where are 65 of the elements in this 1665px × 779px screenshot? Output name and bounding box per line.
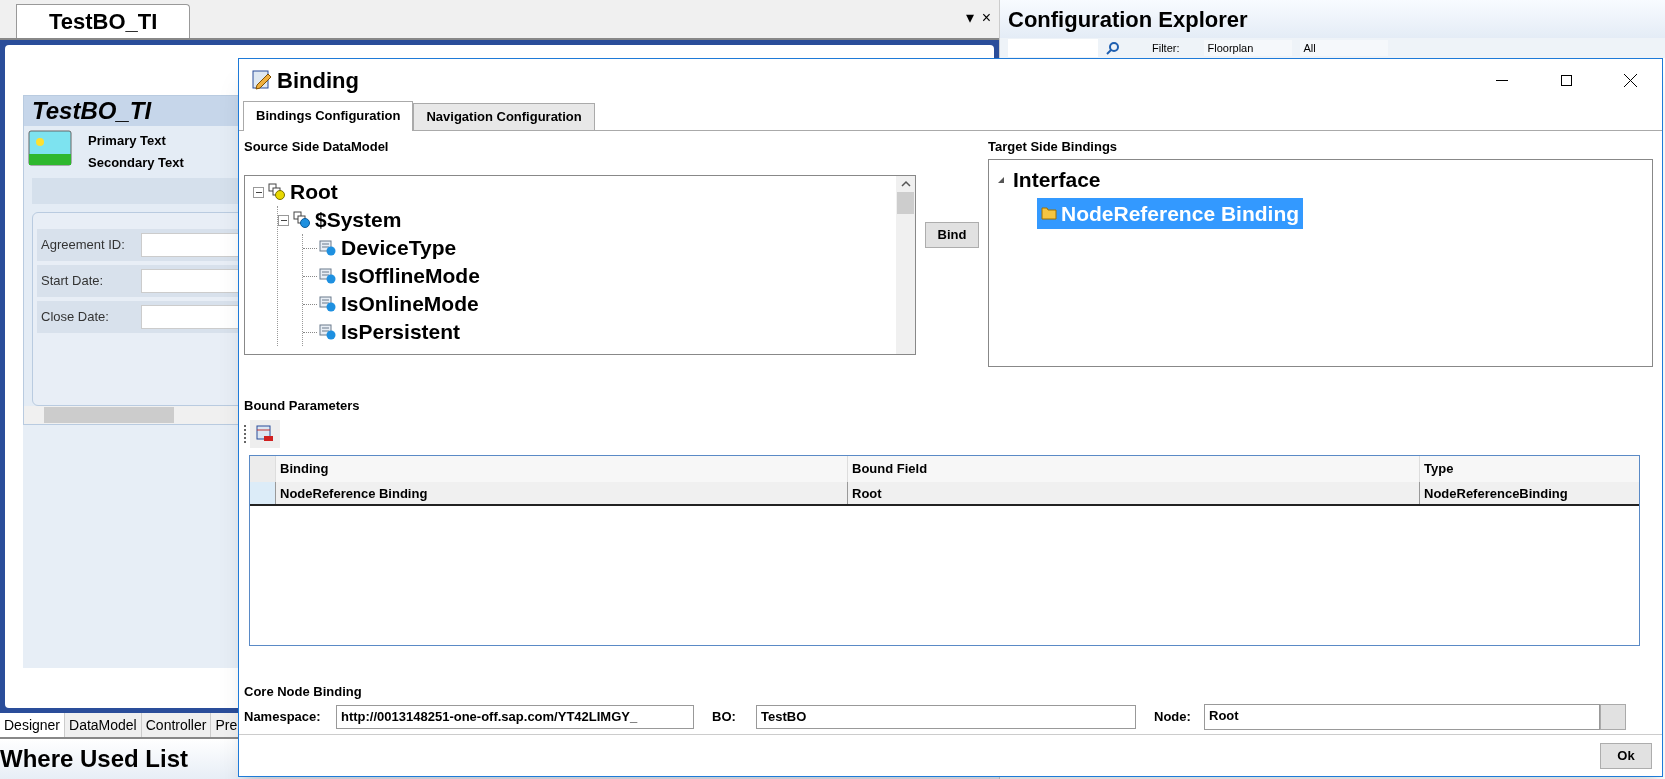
node-field[interactable]: Root bbox=[1204, 703, 1600, 730]
tree-item[interactable]: Root bbox=[288, 179, 340, 205]
table-cell: NodeReferenceBinding bbox=[1419, 482, 1639, 504]
field-label: Agreement ID: bbox=[41, 236, 126, 255]
expand-arrow-icon[interactable] bbox=[997, 175, 1005, 184]
ok-button[interactable]: Ok bbox=[1600, 742, 1652, 769]
bind-button[interactable]: Bind bbox=[924, 222, 980, 248]
folder-icon bbox=[1041, 206, 1057, 221]
editor-tab[interactable]: Designer bbox=[0, 713, 66, 737]
tree-item[interactable]: IsPersistent bbox=[339, 319, 463, 345]
dialog-title: Binding bbox=[277, 66, 359, 95]
field-label: Node: bbox=[1154, 707, 1192, 726]
filter-label: Filter: bbox=[1152, 40, 1180, 56]
panel-title: Where Used List bbox=[0, 745, 189, 772]
field-icon bbox=[319, 295, 337, 313]
table-cell: NodeReference Binding bbox=[275, 482, 847, 504]
dialog-tab[interactable]: Navigation Configuration bbox=[413, 103, 595, 130]
field-label: Close Date: bbox=[41, 308, 110, 327]
input-field[interactable] bbox=[141, 233, 239, 257]
filter-dropdown[interactable]: Floorplan bbox=[1203, 39, 1292, 57]
table-delete-icon bbox=[256, 425, 274, 443]
image-icon bbox=[28, 130, 72, 166]
pencil-icon bbox=[251, 69, 273, 91]
search-icon[interactable] bbox=[1106, 41, 1120, 55]
scope-dropdown[interactable]: All bbox=[1299, 39, 1388, 57]
scroll-up-icon[interactable] bbox=[900, 180, 911, 188]
secondary-text: Secondary Text bbox=[88, 154, 184, 172]
field-icon bbox=[319, 239, 337, 257]
input-field[interactable] bbox=[141, 269, 239, 293]
panel-title: Configuration Explorer bbox=[1008, 5, 1248, 34]
input-field[interactable] bbox=[141, 305, 239, 329]
section-label: Bound Parameters bbox=[244, 398, 360, 413]
collapse-toggle[interactable] bbox=[253, 186, 264, 198]
field-label: Namespace: bbox=[244, 707, 322, 726]
remove-binding-button[interactable] bbox=[250, 420, 280, 448]
field-label: BO: bbox=[712, 707, 737, 726]
close-icon bbox=[1623, 73, 1637, 87]
table-cell: Root bbox=[847, 482, 1419, 504]
tree-item[interactable]: IsOnlineMode bbox=[339, 291, 481, 317]
scrollbar-thumb[interactable] bbox=[897, 192, 914, 214]
section-label: Core Node Binding bbox=[244, 683, 363, 701]
search-field[interactable] bbox=[1008, 39, 1098, 57]
tree-item[interactable]: Interface bbox=[1013, 164, 1101, 196]
collapse-toggle[interactable] bbox=[278, 214, 289, 226]
dropdown-caret[interactable]: ▾ bbox=[965, 6, 974, 30]
scrollbar-thumb[interactable] bbox=[44, 407, 174, 423]
field-icon bbox=[319, 267, 337, 285]
node-icon bbox=[268, 183, 286, 201]
tree-item[interactable]: DeviceType bbox=[339, 235, 459, 261]
field-icon bbox=[319, 323, 337, 341]
close-tab-button[interactable]: × bbox=[981, 6, 991, 30]
dialog-tab[interactable]: Bindings Configuration bbox=[243, 101, 414, 131]
field-label: Start Date: bbox=[41, 272, 105, 291]
node-icon bbox=[293, 211, 311, 229]
bo-field[interactable]: TestBO bbox=[756, 704, 1136, 729]
primary-text: Primary Text bbox=[88, 132, 167, 150]
row-header[interactable] bbox=[250, 482, 275, 504]
tree-item[interactable]: IsOfflineMode bbox=[339, 263, 482, 289]
document-tab[interactable]: TestBO_TI bbox=[16, 4, 191, 38]
tree-item[interactable]: $System bbox=[313, 207, 404, 233]
browse-button[interactable] bbox=[1600, 703, 1626, 730]
section-label: Source Side DataModel bbox=[244, 138, 390, 156]
scrollbar[interactable] bbox=[896, 176, 915, 354]
namespace-field[interactable]: http://0013148251-one-off.sap.com/YT42LIMGY_ bbox=[336, 704, 694, 729]
section-label: Target Side Bindings bbox=[988, 138, 1119, 156]
